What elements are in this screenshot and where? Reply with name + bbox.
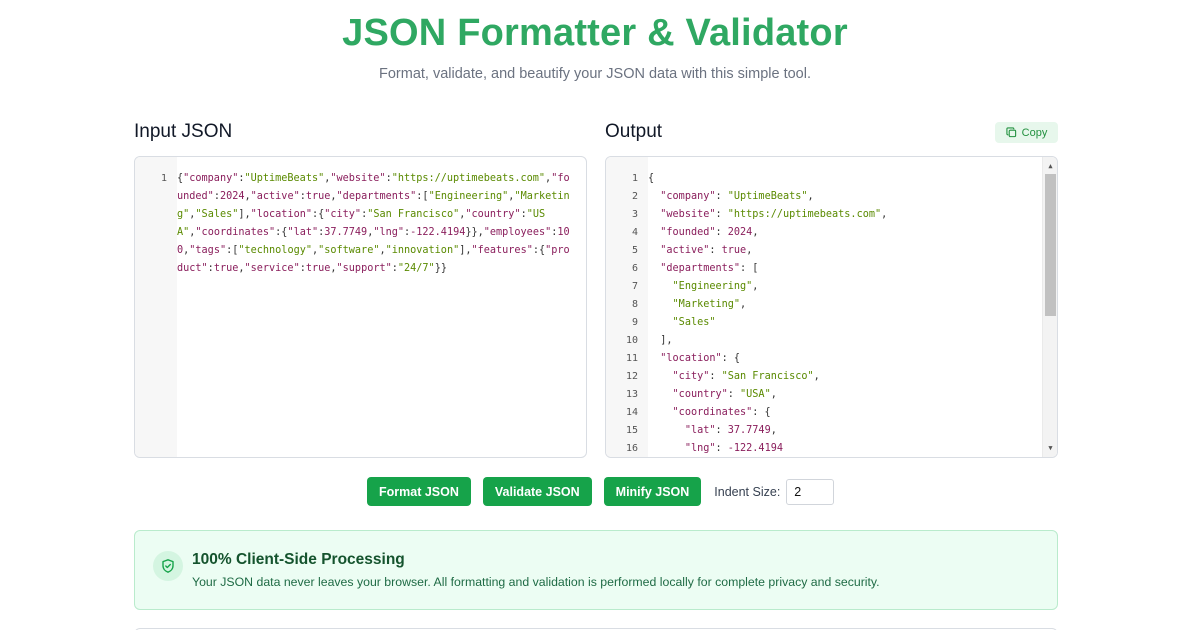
line-number: 4 [631,227,638,238]
line-number: 7 [631,281,638,292]
line-number: 15 [625,425,638,436]
output-code-line: "Sales" [672,317,716,328]
line-number: 16 [625,443,638,454]
output-code-line: "founded": 2024, [660,227,759,238]
output-line-gutter: 1 2 3 4 5 6 7 8 9 10 11 12 13 14 15 16 [606,157,648,457]
copy-icon [1006,127,1016,138]
output-code-line: "Marketing", [672,299,747,310]
input-line-gutter: 1 [135,157,177,457]
scroll-down-arrow-icon[interactable]: ▼ [1043,441,1057,455]
page-subtitle: Format, validate, and beautify your JSON… [379,66,811,82]
line-number: 8 [631,299,638,310]
output-code-line: "Engineering", [672,281,759,292]
output-code-line: "company": "UptimeBeats", [660,191,814,202]
output-code-line: "lng": -122.4194 [684,443,783,454]
line-number: 1 [160,173,167,184]
indent-size-input[interactable] [786,478,835,505]
output-code-line: "lat": 37.7749, [684,425,777,436]
input-json-editor[interactable]: 1 {"company":"UptimeBeats","website":"ht… [134,156,587,458]
action-bar: Format JSON Validate JSON Minify JSON In… [367,477,835,506]
privacy-text: Your JSON data never leaves your browser… [192,575,880,589]
output-json-viewer: 1 2 3 4 5 6 7 8 9 10 11 12 13 14 15 16 { "company": "Up… [605,156,1058,458]
output-code-line: "coordinates": { [672,407,771,418]
input-panel-title: Input JSON [134,121,233,142]
privacy-notice: 100% Client-Side Processing Your JSON da… [134,530,1058,610]
line-number: 6 [631,263,638,274]
indent-size-label: Indent Size: [714,484,781,499]
line-number: 1 [631,173,638,184]
output-code: { "company": "UptimeBeats", "website": "… [648,170,1041,457]
input-json-text: {"company":"UptimeBeats","website":"http… [177,173,570,274]
output-code-line: { [648,173,655,184]
scroll-up-arrow-icon[interactable]: ▲ [1043,159,1057,173]
output-code-line: "country": "USA", [672,389,777,400]
output-scrollbar[interactable]: ▲ ▼ [1042,157,1057,457]
format-json-button[interactable]: Format JSON [367,477,471,506]
scroll-thumb[interactable] [1045,174,1056,316]
copy-button[interactable]: Copy [995,122,1058,143]
line-number: 11 [625,353,638,364]
privacy-title: 100% Client-Side Processing [192,551,405,568]
line-number: 9 [631,317,638,328]
output-code-line: "location": { [660,353,741,364]
output-panel-title: Output [605,121,663,142]
line-number: 12 [625,371,638,382]
line-number: 5 [631,245,638,256]
copy-label: Copy [1021,126,1048,139]
minify-json-button[interactable]: Minify JSON [603,477,702,506]
output-code-line: ], [648,335,673,346]
line-number: 3 [631,209,638,220]
shield-check-icon [153,551,183,581]
line-number: 10 [625,335,638,346]
input-code[interactable]: {"company":"UptimeBeats","website":"http… [177,170,572,278]
line-number: 2 [631,191,638,202]
line-number: 14 [625,407,638,418]
validate-json-button[interactable]: Validate JSON [482,477,592,506]
output-code-line: "city": "San Francisco", [672,371,820,382]
page-title: JSON Formatter & Validator [342,12,848,54]
output-code-line: "departments": [ [660,263,759,274]
output-code-line: "active": true, [660,245,753,256]
output-code-line: "website": "https://uptimebeats.com", [660,209,888,220]
line-number: 13 [625,389,638,400]
